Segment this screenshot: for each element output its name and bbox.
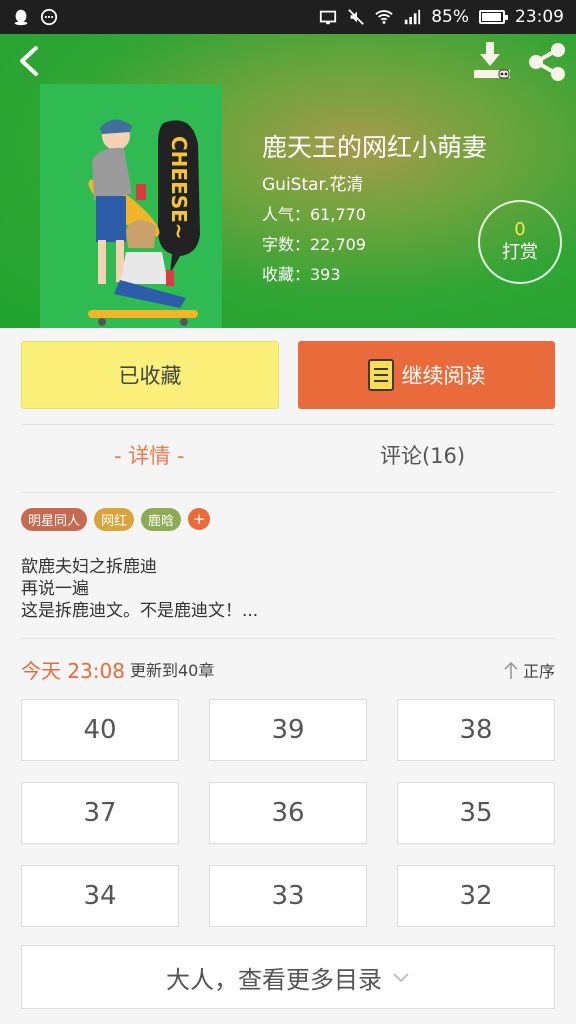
signal-icon [405, 9, 421, 25]
update-text: 更新到40章 [130, 661, 215, 680]
chevron-down-icon [393, 973, 409, 983]
reward-button[interactable]: 0 打赏 [478, 200, 562, 284]
chapter-button[interactable]: 36 [209, 782, 367, 844]
book-header: CHEESE~ 鹿天王的网红小萌妻 GuiStar.花清 人气：61,770 字… [0, 34, 576, 328]
reward-label: 打赏 [502, 242, 538, 263]
book-cover[interactable]: CHEESE~ [40, 84, 222, 328]
chapter-button[interactable]: 34 [21, 865, 179, 927]
wifi-icon [375, 10, 393, 24]
book-description[interactable]: 歆鹿夫妇之拆鹿迪 再说一遍 这是拆鹿迪文。不是鹿迪文！... [21, 556, 258, 622]
tab-comments[interactable]: 评论(16) [380, 440, 465, 470]
chapter-button[interactable]: 33 [209, 865, 367, 927]
divider [21, 424, 555, 425]
chapter-button[interactable]: 35 [397, 782, 555, 844]
description-line: 这是拆鹿迪文。不是鹿迪文！... [21, 601, 259, 621]
chapter-button[interactable]: 39 [209, 699, 367, 761]
status-bar: 85% 23:09 [0, 0, 576, 34]
sort-toggle[interactable]: 正序 [503, 658, 555, 682]
tag-chip[interactable]: 明星同人 [21, 508, 88, 531]
chapter-button[interactable]: 40 [21, 699, 179, 761]
favorited-label: 已收藏 [118, 364, 182, 388]
book-icon [367, 359, 394, 391]
battery-percent: 85% [431, 7, 469, 27]
update-info: 今天 23:08 更新到40章 正序 [21, 656, 555, 683]
continue-reading-label: 继续阅读 [401, 364, 486, 388]
reward-count: 0 [514, 219, 526, 240]
message-icon [40, 8, 58, 26]
battery-fill [482, 13, 501, 21]
update-time: 今天 23:08 [21, 658, 125, 683]
clock: 23:09 [515, 7, 564, 27]
share-icon [529, 43, 565, 81]
favorites-stat: 收藏：393 [262, 265, 341, 284]
popularity-stat: 人气：61,770 [262, 205, 366, 224]
divider [21, 492, 555, 493]
word-count-stat: 字数：22,709 [262, 235, 366, 254]
arrow-up-icon [504, 661, 518, 679]
cast-icon [320, 10, 337, 25]
mute-icon [348, 9, 365, 25]
view-more-catalog-button[interactable]: 大人，查看更多目录 [21, 945, 555, 1009]
cover-text: CHEESE~ [167, 136, 191, 240]
tab-detail[interactable]: - 详情 - [114, 440, 185, 470]
chapter-button[interactable]: 32 [397, 865, 555, 927]
continue-reading-button[interactable]: 继续阅读 [298, 341, 555, 409]
chapter-button[interactable]: 38 [397, 699, 555, 761]
battery-icon [479, 10, 508, 24]
qq-icon [14, 9, 28, 26]
view-more-label: 大人，查看更多目录 [166, 965, 382, 994]
divider [21, 638, 555, 639]
chevron-left-icon [20, 46, 38, 76]
sort-label: 正序 [522, 662, 555, 681]
tag-chip[interactable]: 鹿晗 [141, 508, 182, 531]
favorited-button[interactable]: 已收藏 [21, 341, 279, 409]
tag-chip[interactable]: 网红 [94, 508, 135, 531]
share-button[interactable] [526, 42, 568, 82]
cover-illustration: CHEESE~ [40, 84, 222, 328]
chapter-grid: 40 39 38 37 36 35 34 33 32 [21, 699, 555, 927]
back-button[interactable] [12, 44, 46, 78]
tag-list: 明星同人 网红 鹿晗 + [21, 508, 211, 531]
description-line: 歆鹿夫妇之拆鹿迪 [21, 557, 157, 577]
book-title: 鹿天王的网红小萌妻 [262, 133, 488, 162]
download-button[interactable] [470, 40, 514, 80]
add-tag-button[interactable]: + [188, 508, 211, 530]
chapter-button[interactable]: 37 [21, 782, 179, 844]
description-line: 再说一遍 [21, 579, 89, 599]
author-name[interactable]: GuiStar.花清 [262, 170, 363, 195]
download-icon [474, 42, 510, 79]
